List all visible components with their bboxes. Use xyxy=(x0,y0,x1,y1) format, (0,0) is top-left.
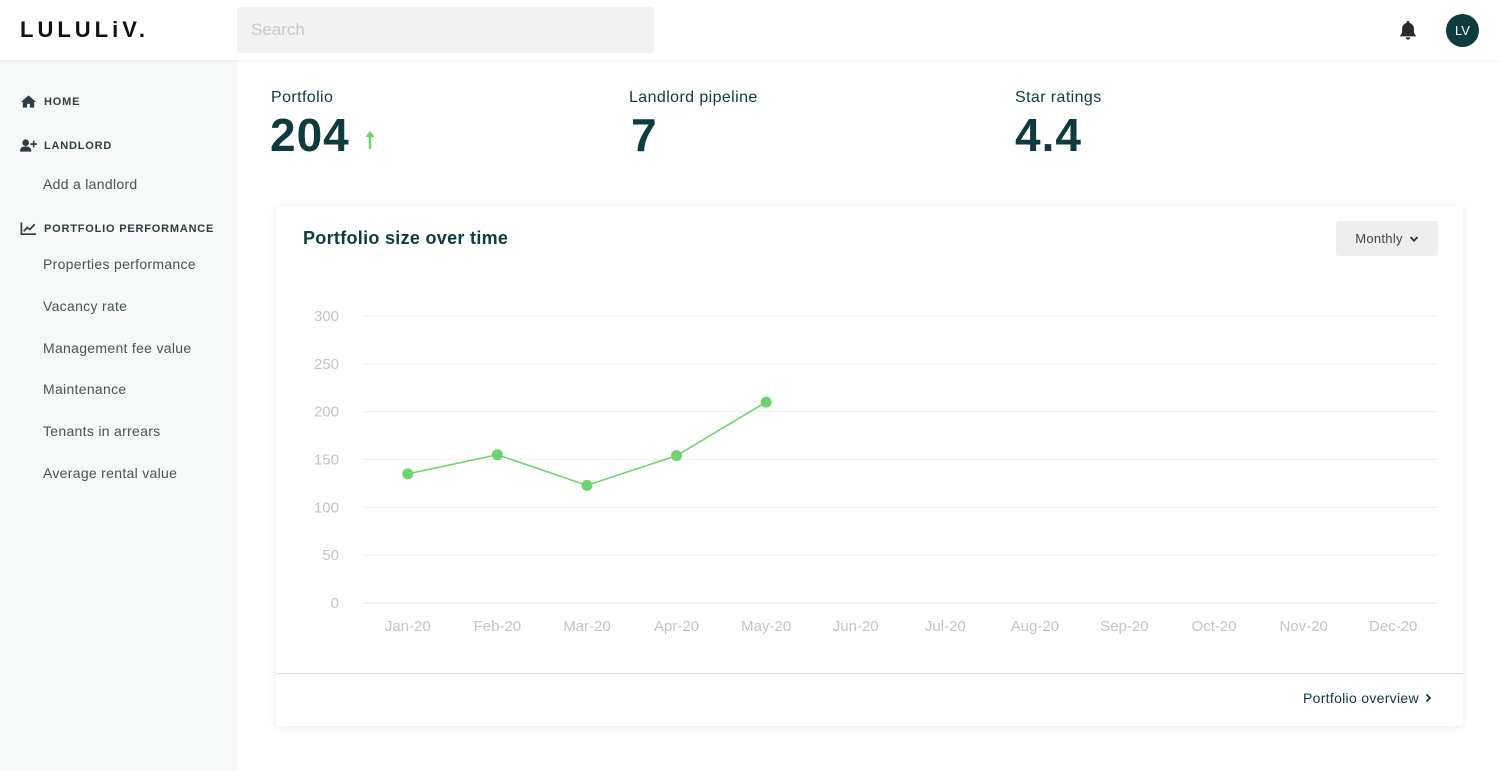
x-tick-label: Dec-20 xyxy=(1369,618,1417,635)
sidebar: HOME LANDLORD Add a landlord PORTFOLIO P… xyxy=(0,60,237,771)
x-tick-label: Sep-20 xyxy=(1100,618,1148,635)
data-point[interactable] xyxy=(491,449,503,461)
sidebar-item-maintenance[interactable]: Maintenance xyxy=(43,381,126,397)
series-line xyxy=(407,401,767,487)
data-point[interactable] xyxy=(581,479,593,491)
sidebar-item-vacancy-rate[interactable]: Vacancy rate xyxy=(43,298,127,314)
x-tick-label: Jul-20 xyxy=(925,618,966,635)
x-tick-label: Aug-20 xyxy=(1011,618,1059,635)
data-point[interactable] xyxy=(402,468,414,480)
line-chart-icon xyxy=(20,222,37,236)
avatar[interactable]: LV xyxy=(1446,14,1479,47)
search-input[interactable] xyxy=(237,7,654,53)
sidebar-item-average-rental-value[interactable]: Average rental value xyxy=(43,465,177,481)
chevron-down-icon xyxy=(1409,235,1418,242)
portfolio-value: 204 xyxy=(270,109,350,161)
data-point[interactable] xyxy=(760,396,772,408)
x-tick-label: Oct-20 xyxy=(1192,618,1237,635)
x-tick-label: Feb-20 xyxy=(474,618,522,635)
period-label: Monthly xyxy=(1355,231,1403,246)
sidebar-item-landlord[interactable]: LANDLORD xyxy=(20,138,112,153)
portfolio-label: Portfolio xyxy=(271,89,334,106)
star-ratings-label: Star ratings xyxy=(1015,89,1102,106)
bell-icon[interactable] xyxy=(1397,19,1419,41)
sidebar-item-label: LANDLORD xyxy=(44,139,113,152)
y-tick-label: 250 xyxy=(314,356,339,373)
chart-title: Portfolio size over time xyxy=(303,228,509,248)
logo[interactable]: LULULiV. xyxy=(20,17,149,43)
portfolio-chart-card: 0 50 100 150 200 250 300 Jan-20 Feb-20 Mar-20 Apr-… xyxy=(276,206,1463,726)
sidebar-item-portfolio-performance[interactable]: PORTFOLIO PERFORMANCE xyxy=(20,221,214,236)
x-tick-label: May-20 xyxy=(741,618,791,635)
landlord-pipeline-label: Landlord pipeline xyxy=(629,89,758,106)
y-tick-label: 150 xyxy=(314,452,339,469)
data-point[interactable] xyxy=(671,450,683,462)
add-user-icon xyxy=(20,139,37,152)
y-tick-label: 50 xyxy=(322,547,339,564)
y-tick-label: 100 xyxy=(314,499,339,516)
period-dropdown[interactable]: Monthly xyxy=(1336,221,1438,256)
y-tick-label: 300 xyxy=(314,308,339,325)
portfolio-overview-label: Portfolio overview xyxy=(1303,690,1419,706)
sidebar-item-tenants-in-arrears[interactable]: Tenants in arrears xyxy=(43,423,160,439)
sidebar-item-label: HOME xyxy=(44,95,81,108)
sidebar-item-home[interactable]: HOME xyxy=(20,94,80,109)
sidebar-item-add-landlord[interactable]: Add a landlord xyxy=(43,176,138,192)
home-icon xyxy=(20,95,37,108)
x-tick-label: Mar-20 xyxy=(563,618,611,635)
card-divider xyxy=(276,673,1463,674)
y-tick-label: 0 xyxy=(331,595,339,612)
top-bar: LULULiV. LV xyxy=(0,0,1500,60)
x-tick-label: Nov-20 xyxy=(1279,618,1327,635)
star-ratings-value: 4.4 xyxy=(1015,109,1082,161)
x-tick-label: Jan-20 xyxy=(385,618,431,635)
portfolio-overview-link[interactable]: Portfolio overview xyxy=(1303,690,1432,706)
landlord-pipeline-value: 7 xyxy=(631,109,658,161)
sidebar-item-properties-performance[interactable]: Properties performance xyxy=(43,256,196,272)
y-tick-label: 200 xyxy=(314,404,339,421)
x-tick-label: Jun-20 xyxy=(833,618,879,635)
arrow-up-icon xyxy=(365,131,375,149)
portfolio-line-chart: 0 50 100 150 200 250 300 Jan-20 Feb-20 Mar-20 Apr-… xyxy=(314,308,1438,635)
chevron-right-icon xyxy=(1425,693,1432,703)
sidebar-item-label: PORTFOLIO PERFORMANCE xyxy=(44,222,215,235)
x-tick-label: Apr-20 xyxy=(654,618,699,635)
sidebar-item-management-fee-value[interactable]: Management fee value xyxy=(43,340,191,356)
